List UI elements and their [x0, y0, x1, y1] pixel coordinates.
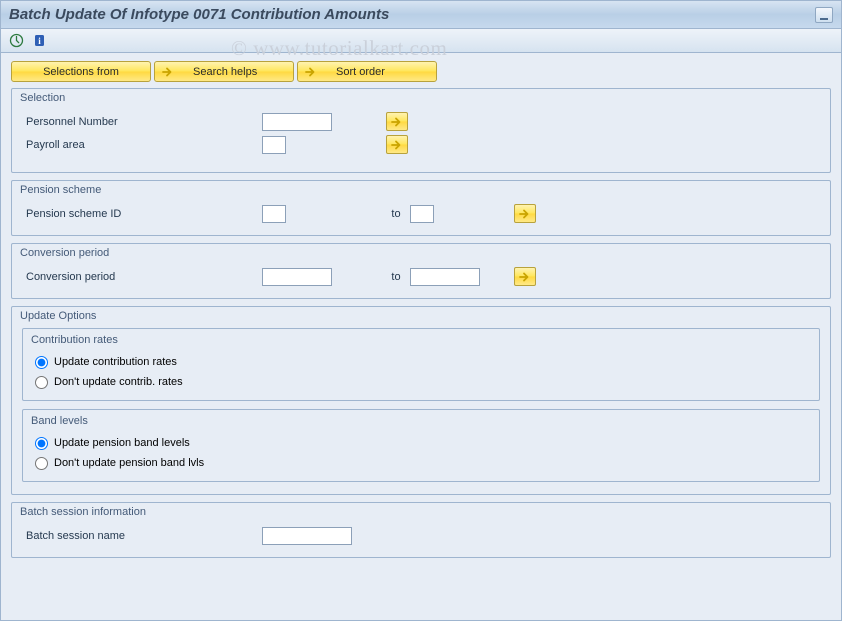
arrow-right-icon	[390, 116, 404, 128]
arrow-right-icon	[304, 65, 318, 79]
selections-from-button[interactable]: Selections from	[11, 61, 151, 82]
selections-from-label: Selections from	[43, 66, 119, 78]
batch-session-group: Batch session information Batch session …	[11, 502, 831, 558]
conversion-period-group-title: Conversion period	[20, 244, 820, 265]
band-levels-subgroup: Band levels Update pension band levels D…	[22, 409, 820, 482]
conversion-period-from-input[interactable]	[262, 268, 332, 286]
arrow-right-icon	[518, 271, 532, 283]
action-button-row: Selections from Search helps Sort order	[11, 61, 831, 82]
batch-session-name-label: Batch session name	[22, 530, 262, 542]
pension-scheme-id-label: Pension scheme ID	[22, 208, 262, 220]
update-contribution-rates-label: Update contribution rates	[54, 356, 177, 368]
execute-icon[interactable]	[7, 31, 26, 50]
batch-session-name-input[interactable]	[262, 527, 352, 545]
info-icon[interactable]: i	[30, 31, 49, 50]
update-contribution-rates-radio[interactable]	[35, 356, 48, 369]
dont-update-band-levels-radio[interactable]	[35, 457, 48, 470]
page-title: Batch Update Of Infotype 0071 Contributi…	[9, 6, 815, 23]
update-band-levels-label: Update pension band levels	[54, 437, 190, 449]
contribution-rates-title: Contribution rates	[31, 331, 809, 352]
selection-group: Selection Personnel Number Payroll area	[11, 88, 831, 173]
selection-group-title: Selection	[20, 89, 820, 110]
band-levels-title: Band levels	[31, 412, 809, 433]
pension-scheme-id-to-input[interactable]	[410, 205, 434, 223]
conversion-period-to-label: to	[382, 271, 410, 283]
arrow-right-icon	[161, 65, 175, 79]
pension-scheme-group: Pension scheme Pension scheme ID to	[11, 180, 831, 236]
search-helps-button[interactable]: Search helps	[154, 61, 294, 82]
conversion-period-label: Conversion period	[22, 271, 262, 283]
update-options-group: Update Options Contribution rates Update…	[11, 306, 831, 495]
pension-scheme-id-from-input[interactable]	[262, 205, 286, 223]
payroll-area-more-button[interactable]	[386, 135, 408, 154]
dont-update-band-levels-label: Don't update pension band lvls	[54, 457, 204, 469]
conversion-period-more-button[interactable]	[514, 267, 536, 286]
payroll-area-input[interactable]	[262, 136, 286, 154]
conversion-period-to-input[interactable]	[410, 268, 480, 286]
update-options-group-title: Update Options	[20, 307, 820, 328]
dont-update-contribution-rates-radio[interactable]	[35, 376, 48, 389]
pension-scheme-to-label: to	[382, 208, 410, 220]
arrow-right-icon	[390, 139, 404, 151]
sort-order-button[interactable]: Sort order	[297, 61, 437, 82]
personnel-number-label: Personnel Number	[22, 116, 262, 128]
payroll-area-label: Payroll area	[22, 139, 262, 151]
dont-update-contribution-rates-label: Don't update contrib. rates	[54, 376, 183, 388]
personnel-number-more-button[interactable]	[386, 112, 408, 131]
sort-order-label: Sort order	[336, 66, 385, 78]
pension-scheme-more-button[interactable]	[514, 204, 536, 223]
update-band-levels-radio[interactable]	[35, 437, 48, 450]
pension-scheme-group-title: Pension scheme	[20, 181, 820, 202]
arrow-right-icon	[518, 208, 532, 220]
minimize-button[interactable]	[815, 7, 833, 23]
conversion-period-group: Conversion period Conversion period to	[11, 243, 831, 299]
contribution-rates-subgroup: Contribution rates Update contribution r…	[22, 328, 820, 401]
personnel-number-input[interactable]	[262, 113, 332, 131]
system-toolbar: i	[1, 29, 841, 53]
title-bar: Batch Update Of Infotype 0071 Contributi…	[1, 1, 841, 29]
batch-session-group-title: Batch session information	[20, 503, 820, 524]
search-helps-label: Search helps	[193, 66, 257, 78]
